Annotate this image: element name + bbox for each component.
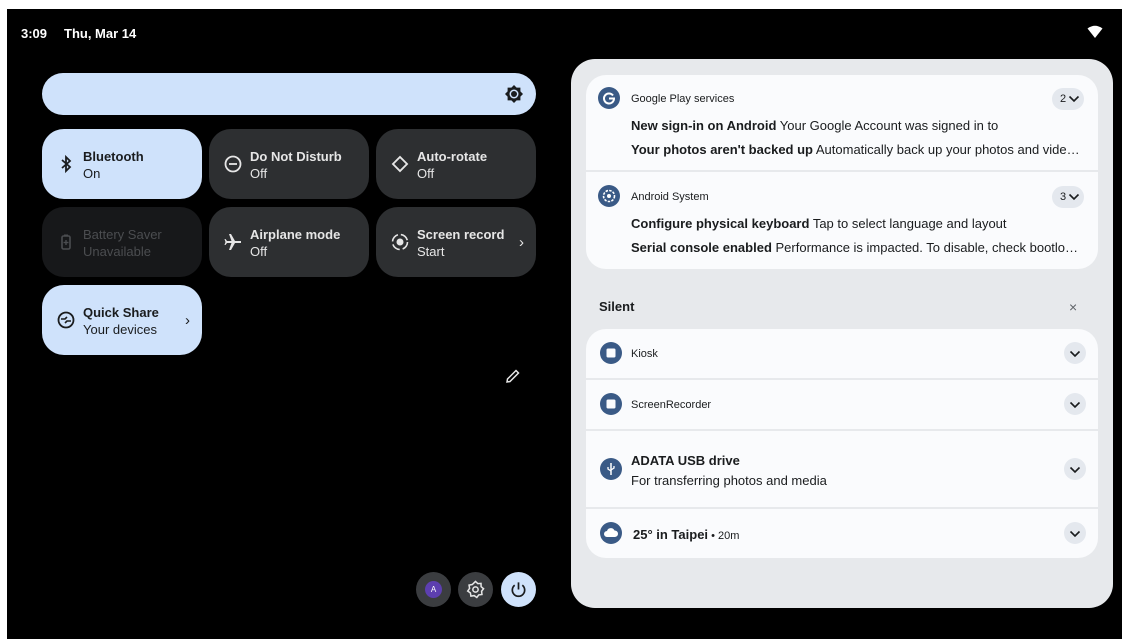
quick-share-icon [57, 311, 75, 329]
divider [586, 170, 1098, 172]
weather-text: 25° in Taipei • 20m [633, 527, 739, 542]
screen-record-icon [391, 233, 409, 251]
chevron-down-icon [1068, 193, 1080, 201]
chevron-down-icon [1069, 350, 1081, 358]
chevron-down-icon [1069, 530, 1081, 538]
line-title: Your photos aren't backed up [631, 142, 813, 157]
brightness-slider[interactable] [42, 73, 536, 115]
chevron-down-icon [1069, 401, 1081, 409]
tile-quick-share[interactable]: Quick Share Your devices › [42, 285, 202, 355]
edit-pencil-icon[interactable] [504, 367, 522, 385]
tile-state: Start [417, 244, 445, 259]
line-body: Performance is impacted. To disable, che… [771, 240, 1084, 255]
line-body: Tap to select language and layout [809, 216, 1007, 231]
count: 3 [1060, 191, 1067, 203]
tile-state: Your devices [83, 322, 157, 337]
airplane-icon [224, 234, 241, 250]
notification-screenrecorder[interactable]: ScreenRecorder [586, 380, 1098, 429]
do-not-disturb-icon [224, 155, 242, 173]
android-system-icon [598, 185, 620, 207]
notification-body: For transferring photos and media [631, 473, 827, 488]
tile-title: Auto-rotate [417, 149, 488, 164]
tile-airplane-mode[interactable]: Airplane mode Off [209, 207, 369, 277]
clear-silent-button[interactable]: × [1069, 299, 1077, 315]
line-title: New sign-in on Android [631, 118, 777, 133]
app-name: Google Play services [631, 93, 735, 105]
notification-panel: Google Play services 2 New sign-in on An… [571, 59, 1113, 608]
notification-kiosk[interactable]: Kiosk [586, 329, 1098, 378]
tile-state: Off [250, 244, 268, 259]
notification-line: Serial console enabled Performance is im… [631, 240, 1083, 255]
bluetooth-icon [61, 154, 72, 174]
tile-state: Off [417, 166, 435, 181]
line-title: Serial console enabled [631, 240, 772, 255]
notification-usb-drive[interactable]: ADATA USB drive For transferring photos … [586, 431, 1098, 507]
power-icon [511, 582, 526, 598]
status-bar: 3:09 Thu, Mar 14 [7, 9, 1122, 55]
user-switcher-button[interactable]: A [416, 572, 451, 607]
expand-button[interactable] [1064, 458, 1086, 480]
app-name: Android System [631, 191, 709, 203]
expand-count-button[interactable]: 2 [1052, 88, 1084, 110]
notification-weather[interactable]: 25° in Taipei • 20m [586, 509, 1098, 558]
tile-title: Screen record [417, 227, 505, 242]
settings-button[interactable] [458, 572, 493, 607]
screenrecorder-app-icon [600, 393, 622, 415]
tile-title: Quick Share [83, 305, 159, 320]
expand-button[interactable] [1064, 393, 1086, 415]
chevron-down-icon [1068, 95, 1080, 103]
screen: 3:09 Thu, Mar 14 Bluetooth On Do Not Dis… [7, 9, 1122, 639]
brightness-icon [505, 85, 523, 103]
silent-section-header: Silent [599, 299, 635, 314]
gear-icon [466, 580, 485, 599]
tile-screen-record[interactable]: Screen record Start › [376, 207, 536, 277]
tile-auto-rotate[interactable]: Auto-rotate Off [376, 129, 536, 199]
notification-line: Your photos aren't backed up Automatical… [631, 142, 1083, 157]
expand-count-button[interactable]: 3 [1052, 186, 1084, 208]
alerting-notifications-card: Google Play services 2 New sign-in on An… [586, 75, 1098, 269]
notification-line: New sign-in on Android Your Google Accou… [631, 118, 1083, 133]
avatar: A [425, 581, 442, 598]
expand-button[interactable] [1064, 342, 1086, 364]
tile-title: Airplane mode [250, 227, 341, 242]
kiosk-app-icon [600, 342, 622, 364]
chevron-right-icon: › [185, 312, 190, 329]
count: 2 [1060, 93, 1067, 105]
timestamp: 20m [718, 530, 740, 542]
usb-icon [600, 458, 622, 480]
battery-saver-icon [61, 234, 71, 250]
line-body: Automatically back up your photos and vi… [815, 142, 1083, 157]
app-name: ScreenRecorder [631, 399, 712, 411]
expand-button[interactable] [1064, 522, 1086, 544]
line-body: Your Google Account was signed in to [776, 118, 999, 133]
cloud-icon [600, 522, 622, 544]
tile-battery-saver[interactable]: Battery Saver Unavailable [42, 207, 202, 277]
notification-line: Configure physical keyboard Tap to selec… [631, 216, 1083, 231]
separator: • [708, 530, 719, 542]
power-button[interactable] [501, 572, 536, 607]
wifi-icon [1087, 25, 1103, 38]
auto-rotate-icon [391, 155, 409, 173]
notification-title: ADATA USB drive [631, 453, 740, 468]
weather-title: 25° in Taipei [633, 527, 709, 542]
line-title: Configure physical keyboard [631, 216, 810, 231]
status-time: 3:09 [21, 26, 48, 41]
tile-state: On [83, 166, 101, 181]
tile-state: Off [250, 166, 268, 181]
tile-title: Bluetooth [83, 149, 144, 164]
chevron-right-icon: › [519, 234, 524, 251]
tile-state: Unavailable [83, 244, 151, 259]
tile-bluetooth[interactable]: Bluetooth On [42, 129, 202, 199]
tile-title: Battery Saver [83, 227, 162, 242]
tile-title: Do Not Disturb [250, 149, 342, 164]
status-date: Thu, Mar 14 [64, 26, 137, 41]
app-name: Kiosk [631, 348, 658, 360]
tile-do-not-disturb[interactable]: Do Not Disturb Off [209, 129, 369, 199]
google-g-icon [598, 87, 620, 109]
chevron-down-icon [1069, 466, 1081, 474]
